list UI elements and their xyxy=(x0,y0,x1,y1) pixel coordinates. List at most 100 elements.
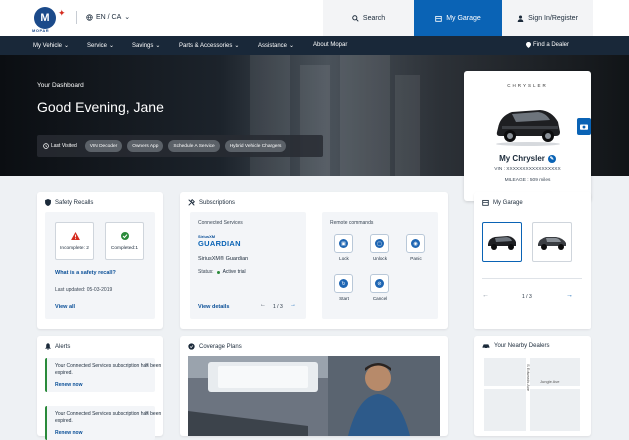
subscriptions-title: Subscriptions xyxy=(188,199,235,206)
search-button[interactable]: Search xyxy=(323,0,414,36)
horn-icon: ◉ xyxy=(411,239,420,248)
vehicle-name: My Chrysler ✎ xyxy=(499,154,556,163)
my-garage-label: My Garage xyxy=(446,14,481,22)
subscriptions-card: Subscriptions Connected Services SiriusX… xyxy=(180,192,448,329)
chevron-down-icon: ⌄ xyxy=(155,43,161,49)
language-selector[interactable]: EN / CA ⌄ xyxy=(86,13,130,21)
recalls-incomplete-box[interactable]: Incomplete: 2 xyxy=(55,222,94,260)
top-bar: M MOPAR ✦ EN / CA ⌄ Search My Garage Sig… xyxy=(0,0,629,36)
hero-building xyxy=(250,55,290,176)
search-icon xyxy=(352,14,359,22)
what-is-recall-link[interactable]: What is a safety recall? xyxy=(55,270,116,276)
coverage-plans-title: Coverage Plans xyxy=(188,343,242,350)
greeting-title: Good Evening, Jane xyxy=(37,99,164,115)
renew-now-link[interactable]: Renew now xyxy=(55,382,83,388)
nav-about-mopar[interactable]: About Mopar xyxy=(313,42,347,48)
edit-icon[interactable]: ✎ xyxy=(547,154,556,163)
last-visited: Last Visited xyxy=(43,143,77,149)
engine-start-icon: ↻ xyxy=(339,279,348,288)
garage-pager: 1 / 3 xyxy=(522,294,532,300)
header-divider xyxy=(76,11,77,24)
status-dot-icon xyxy=(216,270,220,274)
garage-prev-arrow[interactable]: ← xyxy=(482,292,489,299)
view-details-link[interactable]: View details xyxy=(198,304,229,310)
camera-button[interactable] xyxy=(577,118,591,135)
language-label: EN / CA xyxy=(96,13,122,21)
nearby-dealers-card: Your Nearby Dealers S Edwards Ave Jungle… xyxy=(474,336,591,436)
cancel-icon: ⊘ xyxy=(375,279,384,288)
unlock-button[interactable]: ▢ xyxy=(370,234,389,253)
nav-find-dealer[interactable]: Find a Dealer xyxy=(526,42,569,48)
cancel-button[interactable]: ⊘ xyxy=(370,274,389,293)
lock-button[interactable]: ▣ xyxy=(334,234,353,253)
quick-link-schedule-service[interactable]: Schedule A Service xyxy=(168,140,220,152)
chevron-down-icon: ⌄ xyxy=(289,43,295,49)
quick-link-vin-decoder[interactable]: VIN Decoder xyxy=(84,140,123,152)
garage-vehicle-2[interactable] xyxy=(532,222,572,262)
location-pin-icon xyxy=(526,42,531,48)
recalls-view-all-link[interactable]: View all xyxy=(55,304,75,310)
nav-savings[interactable]: Savings ⌄ xyxy=(132,42,161,50)
main-nav: My Vehicle ⌄ Service ⌄ Savings ⌄ Parts & Ac… xyxy=(0,36,629,55)
chevron-down-icon: ⌄ xyxy=(109,43,115,49)
sign-in-button[interactable]: Sign In/Register xyxy=(502,0,593,36)
cancel-label: Cancel xyxy=(372,296,388,301)
camera-icon xyxy=(580,124,588,130)
garage-next-arrow[interactable]: → xyxy=(566,292,573,299)
alert-item: Your Connected Services subscription has… xyxy=(45,358,161,392)
map-road xyxy=(484,386,580,389)
start-button[interactable]: ↻ xyxy=(334,274,353,293)
close-icon[interactable]: × xyxy=(145,362,149,369)
garage-divider xyxy=(482,278,582,279)
alerts-card: Alerts Your Connected Services subscript… xyxy=(37,336,163,440)
remote-commands-label: Remote commands xyxy=(330,220,374,226)
history-icon xyxy=(43,143,49,149)
dealer-map[interactable]: S Edwards Ave Jungle Ave xyxy=(484,358,580,431)
nav-parts-accessories[interactable]: Parts & Accessories ⌄ xyxy=(179,42,239,50)
safety-recalls-card: Safety Recalls Incomplete: 2 Completed:1… xyxy=(37,192,163,329)
my-garage-title: My Garage xyxy=(482,199,523,206)
panic-button[interactable]: ◉ xyxy=(406,234,425,253)
vehicle-thumbnail xyxy=(538,237,566,250)
vehicle-brand: CHRYSLER xyxy=(507,83,548,88)
vehicle-thumbnail xyxy=(488,236,516,250)
nav-service[interactable]: Service ⌄ xyxy=(87,42,115,50)
my-garage-button[interactable]: My Garage xyxy=(414,0,502,36)
check-circle-icon xyxy=(121,232,129,240)
recalls-completed-count: Completed:1 xyxy=(110,246,139,251)
mopar-logo[interactable]: M xyxy=(34,7,56,29)
car-icon xyxy=(482,344,490,349)
subscriptions-prev-arrow[interactable]: ← xyxy=(260,302,266,308)
close-icon[interactable]: × xyxy=(145,410,149,417)
vehicle-mileage: MILEAGE : 509 miles xyxy=(504,178,551,183)
recalls-inner: Incomplete: 2 Completed:1 What is a safe… xyxy=(45,212,155,319)
mopar-wordmark: MOPAR xyxy=(32,28,50,33)
sign-in-label: Sign In/Register xyxy=(528,14,578,22)
garage-icon xyxy=(482,199,489,206)
map-street-label: S Edwards Ave xyxy=(526,364,531,392)
quick-link-hybrid-chargers[interactable]: Hybrid Vehicle Chargers xyxy=(224,140,287,152)
nav-assistance[interactable]: Assistance ⌄ xyxy=(258,42,295,50)
safety-recalls-title: Safety Recalls xyxy=(45,199,93,206)
quick-link-owners-app[interactable]: Owners App xyxy=(127,140,164,152)
unlock-label: Unlock xyxy=(372,256,388,261)
coverage-plans-image xyxy=(188,356,440,436)
subscriptions-next-arrow[interactable]: → xyxy=(290,302,296,308)
vehicle-image xyxy=(496,110,560,146)
recalls-completed-box[interactable]: Completed:1 xyxy=(105,222,144,260)
shield-icon xyxy=(45,199,51,206)
hero-building xyxy=(300,65,330,176)
alert-item: Your Connected Services subscription has… xyxy=(45,406,161,440)
chevron-down-icon: ⌄ xyxy=(124,14,131,21)
maple-leaf-icon: ✦ xyxy=(58,8,66,18)
map-street-label: Jungle Ave xyxy=(540,379,560,384)
garage-vehicle-1[interactable] xyxy=(482,222,522,262)
dashboard-label: Your Dashboard xyxy=(37,82,84,89)
renew-now-link[interactable]: Renew now xyxy=(55,430,83,436)
recalls-last-updated: Last updated: 05-03-2019 xyxy=(55,287,113,293)
user-icon xyxy=(517,15,524,22)
lock-label: Lock xyxy=(339,256,349,261)
nav-my-vehicle[interactable]: My Vehicle ⌄ xyxy=(33,42,69,50)
hero-building xyxy=(395,75,420,176)
garage-inner: ← 1 / 3 → xyxy=(474,212,591,329)
